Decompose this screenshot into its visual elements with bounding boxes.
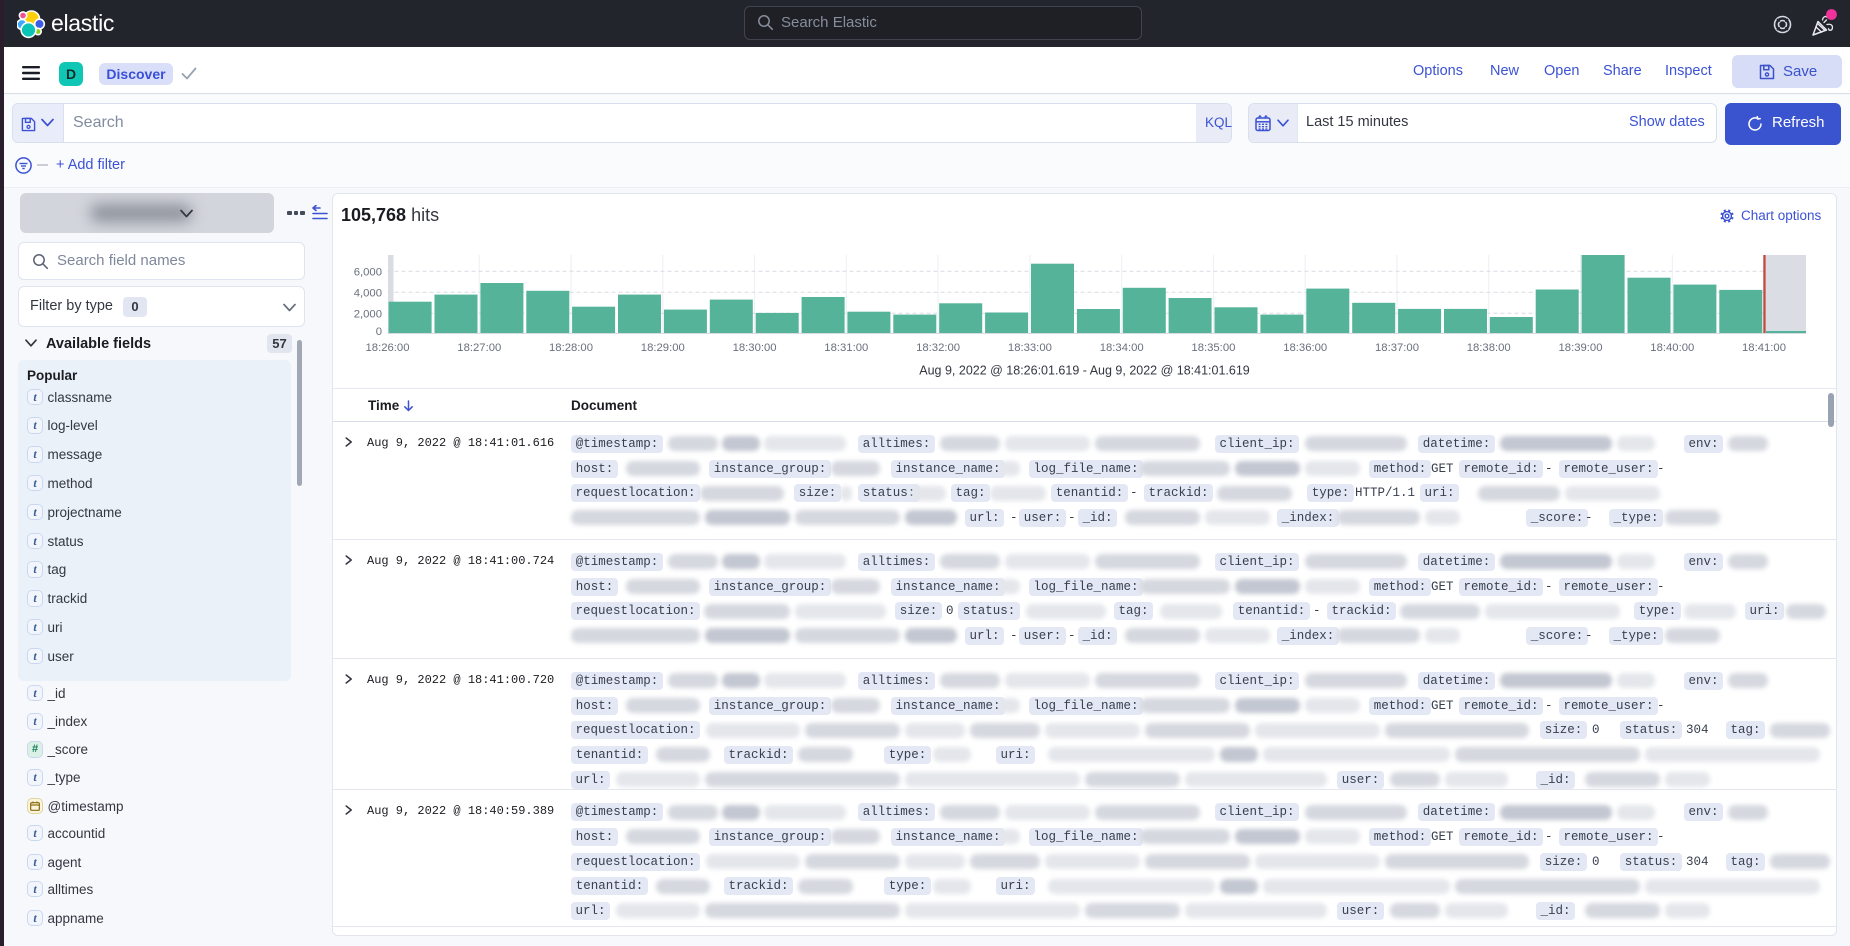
- svg-text:18:34:00: 18:34:00: [1100, 342, 1144, 354]
- svg-text:18:33:00: 18:33:00: [1008, 342, 1052, 354]
- svg-text:18:40:00: 18:40:00: [1650, 342, 1694, 354]
- svg-text:18:39:00: 18:39:00: [1559, 342, 1603, 354]
- svg-text:18:38:00: 18:38:00: [1467, 342, 1511, 354]
- svg-text:4,000: 4,000: [354, 287, 382, 299]
- svg-text:18:28:00: 18:28:00: [549, 342, 593, 354]
- svg-text:18:41:00: 18:41:00: [1742, 342, 1786, 354]
- svg-text:18:32:00: 18:32:00: [916, 342, 960, 354]
- svg-text:18:35:00: 18:35:00: [1191, 342, 1235, 354]
- svg-text:18:31:00: 18:31:00: [824, 342, 868, 354]
- svg-text:18:37:00: 18:37:00: [1375, 342, 1419, 354]
- svg-text:18:30:00: 18:30:00: [733, 342, 777, 354]
- svg-text:Aug 9, 2022 @ 18:26:01.619 - A: Aug 9, 2022 @ 18:26:01.619 - Aug 9, 2022…: [919, 364, 1250, 378]
- svg-text:18:36:00: 18:36:00: [1283, 342, 1327, 354]
- svg-text:6,000: 6,000: [354, 266, 382, 278]
- svg-text:2,000: 2,000: [354, 308, 382, 320]
- svg-text:0: 0: [376, 326, 382, 338]
- svg-text:18:29:00: 18:29:00: [641, 342, 685, 354]
- svg-text:18:26:00: 18:26:00: [366, 342, 410, 354]
- svg-text:18:27:00: 18:27:00: [457, 342, 501, 354]
